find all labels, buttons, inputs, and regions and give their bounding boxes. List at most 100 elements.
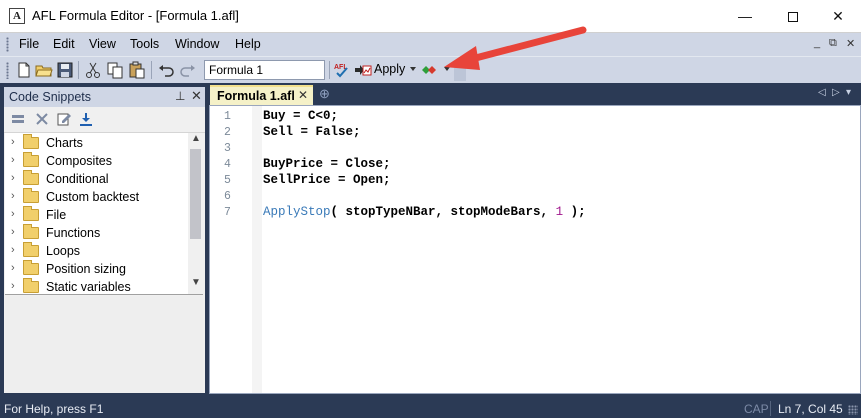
delete-snippet-icon[interactable] — [34, 111, 50, 127]
snippet-toolbar — [4, 107, 205, 133]
mdi-restore-button[interactable]: ⧉ — [829, 37, 837, 50]
tab-formula-1[interactable]: Formula 1.afl ✕ — [210, 85, 313, 105]
fold-margin — [252, 106, 262, 393]
menu-view[interactable]: View — [89, 37, 116, 51]
code-line-5[interactable]: SellPrice = Open; — [263, 173, 391, 187]
download-snippet-icon[interactable] — [78, 111, 94, 127]
code-closing: ); — [563, 205, 586, 219]
new-file-icon[interactable] — [15, 61, 33, 79]
menu-file[interactable]: File — [19, 37, 39, 51]
tree-item-conditional[interactable]: › Conditional — [5, 170, 185, 188]
tab-scroll-left-icon[interactable]: ◁ — [818, 87, 826, 98]
apply-button[interactable]: Apply — [374, 62, 405, 76]
tree-item-composites[interactable]: › Composites — [5, 152, 185, 170]
open-folder-icon[interactable] — [35, 61, 53, 79]
tree-item-label: Composites — [46, 154, 112, 168]
scrollbar-thumb[interactable] — [190, 149, 201, 239]
toolbar-separator — [78, 61, 79, 79]
tree-item-loops[interactable]: › Loops — [5, 242, 185, 260]
mdi-minimize-button[interactable]: _ — [814, 37, 820, 49]
apply-dropdown-arrow-icon[interactable] — [410, 67, 416, 71]
menu-tools[interactable]: Tools — [130, 37, 159, 51]
mdi-close-button[interactable]: ✕ — [846, 37, 855, 50]
redo-icon[interactable] — [179, 61, 197, 79]
menu-grip-icon[interactable] — [6, 37, 9, 52]
copy-icon[interactable] — [106, 61, 124, 79]
chevron-right-icon[interactable]: › — [11, 208, 15, 220]
tree-item-charts[interactable]: › Charts — [5, 134, 185, 152]
undo-icon[interactable] — [157, 61, 175, 79]
panel-close-button[interactable]: ✕ — [191, 88, 202, 104]
code-editor[interactable]: 1 2 3 4 5 6 7 Buy = C<0; Sell = False; B… — [209, 105, 861, 394]
tree-item-static-variables[interactable]: › Static variables — [5, 278, 185, 294]
panel-header: Code Snippets ⊥ ✕ — [4, 87, 205, 107]
formula-name-input[interactable]: Formula 1 — [204, 60, 325, 80]
code-line-1[interactable]: Buy = C<0; — [263, 109, 338, 123]
line-number: 4 — [224, 158, 231, 171]
snippet-preview-area — [5, 296, 203, 393]
maximize-button[interactable] — [770, 0, 816, 32]
line-number: 1 — [224, 110, 231, 123]
toolbar-grip-icon[interactable] — [6, 62, 9, 79]
tree-item-label: Loops — [46, 244, 81, 258]
tree-item-custom-backtest[interactable]: › Custom backtest — [5, 188, 185, 206]
chevron-right-icon[interactable]: › — [11, 190, 15, 202]
tree-item-file[interactable]: › File — [5, 206, 185, 224]
tab-close-button[interactable]: ✕ — [298, 88, 308, 102]
maximize-icon — [788, 12, 798, 23]
tab-label: Formula 1.afl — [217, 89, 295, 103]
folder-icon — [23, 206, 39, 221]
window-title: AFL Formula Editor - [Formula 1.afl] — [32, 8, 239, 23]
pin-icon[interactable]: ⊥ — [175, 89, 185, 103]
scroll-up-icon[interactable]: ▲ — [191, 133, 201, 144]
code-function-name: ApplyStop — [263, 205, 331, 219]
chevron-right-icon[interactable]: › — [11, 280, 15, 292]
chevron-right-icon[interactable]: › — [11, 244, 15, 256]
chevron-right-icon[interactable]: › — [11, 226, 15, 238]
tree-item-functions[interactable]: › Functions — [5, 224, 185, 242]
edit-snippet-icon[interactable] — [56, 111, 72, 127]
menu-help[interactable]: Help — [235, 37, 261, 51]
resize-grip-icon[interactable] — [848, 405, 858, 415]
send-chart-icon[interactable] — [354, 61, 372, 79]
status-help-text: For Help, press F1 — [4, 402, 104, 416]
menu-window[interactable]: Window — [175, 37, 219, 51]
folder-icon — [23, 134, 39, 149]
tree-item-position-sizing[interactable]: › Position sizing — [5, 260, 185, 278]
chevron-right-icon[interactable]: › — [11, 136, 15, 148]
close-button[interactable]: ✕ — [815, 0, 861, 32]
menu-bar: File Edit View Tools Window Help _ ⧉ ✕ — [0, 33, 861, 56]
cut-icon[interactable] — [84, 61, 102, 79]
code-line-7[interactable]: ApplyStop( stopTypeNBar, stopModeBars, 1… — [263, 205, 586, 219]
code-line-4[interactable]: BuyPrice = Close; — [263, 157, 391, 171]
tab-scroll-right-icon[interactable]: ▷ — [832, 87, 840, 98]
chevron-right-icon[interactable]: › — [11, 262, 15, 274]
menu-edit[interactable]: Edit — [53, 37, 75, 51]
tree-scrollbar[interactable]: ▲ ▼ — [188, 133, 203, 294]
line-number-gutter: 1 2 3 4 5 6 7 — [210, 106, 252, 393]
code-line-2[interactable]: Sell = False; — [263, 125, 361, 139]
chevron-right-icon[interactable]: › — [11, 172, 15, 184]
tab-strip: Formula 1.afl ✕ ⊕ ◁ ▷ ▾ — [209, 85, 861, 105]
code-args: ( stopTypeNBar, stopModeBars, — [330, 205, 556, 219]
paste-icon[interactable] — [128, 61, 146, 79]
line-number: 7 — [224, 206, 231, 219]
cursor-position: Ln 7, Col 45 — [778, 402, 843, 416]
title-bar: A AFL Formula Editor - [Formula 1.afl] —… — [0, 0, 861, 33]
scroll-down-icon[interactable]: ▼ — [191, 277, 201, 288]
code-number-literal: 1 — [555, 205, 564, 219]
tab-list-dropdown-icon[interactable]: ▾ — [846, 87, 851, 98]
status-separator — [770, 401, 771, 416]
code-snippets-panel: Code Snippets ⊥ ✕ › Charts › Composites … — [4, 87, 205, 393]
insert-snippet-icon[interactable] — [10, 111, 26, 127]
new-tab-button[interactable]: ⊕ — [319, 86, 330, 102]
line-number: 3 — [224, 142, 231, 155]
line-number: 6 — [224, 190, 231, 203]
save-icon[interactable] — [56, 61, 74, 79]
caps-lock-indicator: CAP — [744, 402, 769, 416]
backtest-icon[interactable] — [420, 61, 438, 79]
chevron-right-icon[interactable]: › — [11, 154, 15, 166]
afl-check-icon[interactable]: AFL — [333, 61, 351, 79]
minimize-button[interactable]: — — [722, 0, 768, 32]
folder-icon — [23, 260, 39, 275]
